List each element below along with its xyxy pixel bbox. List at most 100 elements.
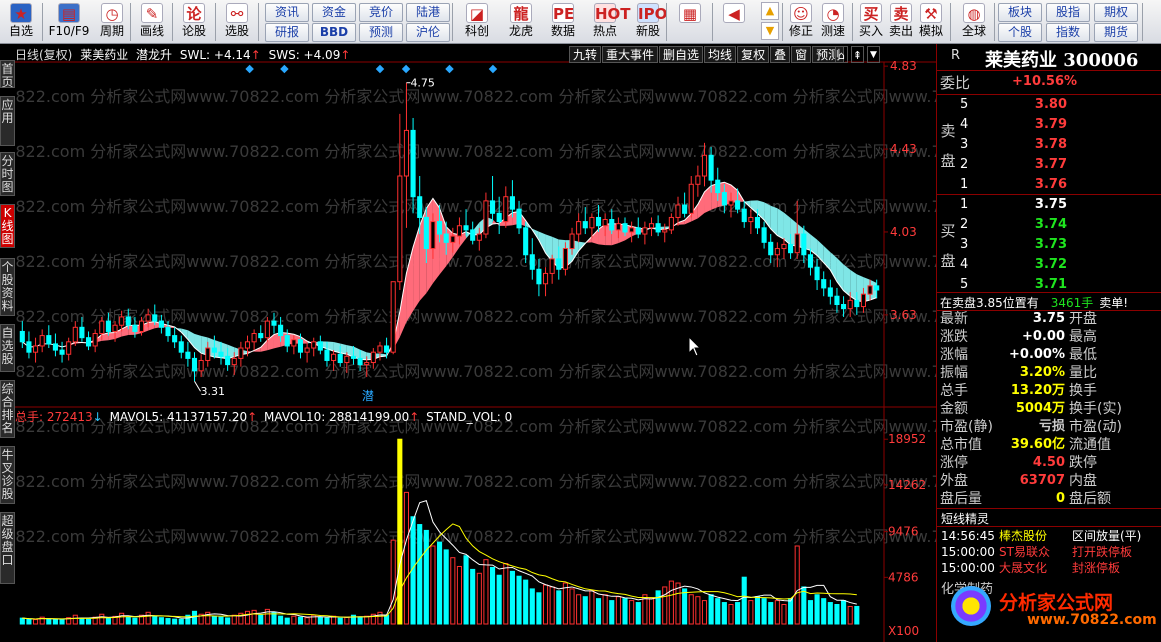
- volume-bar: [695, 596, 701, 625]
- stat-label: 振幅: [940, 365, 968, 381]
- page-up-button[interactable]: ▲: [761, 2, 779, 20]
- guzhi-button[interactable]: 股指: [1046, 3, 1090, 22]
- chart-button-0[interactable]: 九转: [569, 46, 602, 63]
- volume-bar: [847, 605, 853, 625]
- chart-button-4[interactable]: 复权: [737, 46, 770, 63]
- mavol10-arrow-icon: ↑: [409, 410, 420, 424]
- tab-stock-info[interactable]: 个股资料: [0, 258, 15, 316]
- volume-bar: [655, 590, 661, 625]
- huhua-button[interactable]: 沪伦: [406, 23, 450, 42]
- moni-button-label: 模拟: [918, 24, 943, 38]
- layout-button[interactable]: ▦: [672, 2, 708, 42]
- chart-button-5[interactable]: 叠: [770, 46, 791, 63]
- short-elf-time: 15:00:00: [941, 561, 995, 575]
- toolbar-separator: [852, 3, 853, 41]
- buy-button[interactable]: 买买入: [858, 2, 884, 42]
- volume-bar: [854, 605, 860, 625]
- volume-info-bar: 总手: 272413↓ MAVOL5: 41137157.20↑ MAVOL10…: [15, 409, 512, 425]
- zhishu-button[interactable]: 指数: [1046, 23, 1090, 42]
- tab-timeshare[interactable]: 分时图: [0, 152, 15, 196]
- stat-right-label: 内盘: [1069, 473, 1097, 489]
- tab-kline[interactable]: K线图: [0, 204, 15, 248]
- zixun-button[interactable]: 资讯: [265, 3, 309, 22]
- period-button[interactable]: ◷ 周期: [95, 2, 129, 42]
- tab-super-panel[interactable]: 超级盘口: [0, 512, 15, 584]
- volume-bar: [364, 615, 370, 625]
- volume-bar: [542, 584, 549, 625]
- page-down-button[interactable]: ▼: [761, 22, 779, 40]
- redian-button[interactable]: HOT 热点: [587, 2, 631, 42]
- bbd-button[interactable]: BBD: [312, 23, 356, 42]
- bid-price: 3.73: [1034, 237, 1067, 252]
- volume-bar: [668, 580, 674, 625]
- short-elf-event: 区间放量(平): [1072, 529, 1142, 543]
- kline-chart-area[interactable]: 70822.com 分析家公式网www.70822.com 分析家公式网www.…: [15, 44, 936, 642]
- toolbar-separator: [42, 3, 43, 41]
- sell-button-label: 卖出: [888, 24, 913, 38]
- draw-line-button[interactable]: ✎ 画线: [134, 2, 170, 42]
- volume-bar: [788, 598, 794, 625]
- lock-icon[interactable]: ⌂: [835, 46, 848, 63]
- shuju-button[interactable]: PE 数据: [545, 2, 581, 42]
- pin-icon[interactable]: ⇞: [851, 46, 864, 63]
- volume-bar: [794, 545, 800, 625]
- period-button-label: 周期: [99, 24, 124, 38]
- volume-bar: [390, 539, 396, 625]
- chart-button-2[interactable]: 删自选: [659, 46, 704, 63]
- bankuai-button[interactable]: 板块: [998, 3, 1042, 22]
- volume-bar: [105, 617, 111, 625]
- xuangu-button[interactable]: ⚯ 选股: [219, 2, 255, 42]
- longhu-button[interactable]: 龍龙虎: [502, 2, 540, 42]
- menu-arrow-icon[interactable]: ▼: [867, 46, 880, 63]
- volume-bar: [728, 604, 734, 625]
- lungu-button[interactable]: 论论股: [176, 2, 212, 42]
- tab-diagnosis[interactable]: 牛叉诊股: [0, 446, 15, 504]
- quanqiu-button[interactable]: ◍ 全球: [957, 2, 991, 42]
- qihuo-button[interactable]: 期权: [1094, 3, 1138, 22]
- volume-bar: [377, 611, 383, 625]
- tab-watchlist[interactable]: 自选股: [0, 324, 15, 372]
- stat-label: 外盘: [940, 473, 968, 489]
- qihuo2-button[interactable]: 期货: [1094, 23, 1138, 42]
- chart-button-3[interactable]: 均线: [704, 46, 737, 63]
- tab-apps[interactable]: 应用: [0, 96, 15, 146]
- back-button[interactable]: ◀: [717, 2, 751, 42]
- tab-ranking[interactable]: 综合排名: [0, 380, 15, 438]
- stat-right-label: 流通值: [1069, 437, 1111, 453]
- volume-bar: [529, 588, 535, 625]
- volume-bar: [430, 545, 436, 625]
- moni-button[interactable]: ⚒ 模拟: [918, 2, 944, 42]
- pencil-icon: ✎: [141, 3, 163, 23]
- back-arrow-icon: ◀: [723, 3, 745, 23]
- gegu-button[interactable]: 个股: [998, 23, 1042, 42]
- ask-price: 3.78: [1034, 137, 1067, 152]
- zijin-button[interactable]: 资金: [312, 3, 356, 22]
- watermark-text: 70822.com 分析家公式网www.70822.com 分析家公式网www.…: [15, 197, 936, 216]
- volume-bar: [251, 609, 257, 625]
- xiuzheng-button[interactable]: ☺ 修正: [786, 2, 816, 42]
- yuce-button[interactable]: 预测: [359, 23, 403, 42]
- jingjia-button[interactable]: 竞价: [359, 3, 403, 22]
- bid-price: 3.75: [1034, 197, 1067, 212]
- ask-price: 3.77: [1034, 157, 1067, 172]
- kline-chart-svg[interactable]: 70822.com 分析家公式网www.70822.com 分析家公式网www.…: [15, 44, 936, 642]
- yanbao-button[interactable]: 研报: [265, 23, 309, 42]
- tab-homepage[interactable]: 首页: [0, 60, 15, 89]
- zixuan-button[interactable]: ★ 自选: [3, 2, 39, 42]
- volume-bar: [99, 613, 105, 625]
- toolbar-separator: [452, 3, 453, 41]
- xingu-button[interactable]: IPO 新股: [630, 2, 667, 42]
- chart-button-1[interactable]: 重大事件: [602, 46, 659, 63]
- lugang-button[interactable]: 陆港: [406, 3, 450, 22]
- volume-bar: [523, 579, 529, 625]
- kechuang-button[interactable]: ◪ 科创: [458, 2, 496, 42]
- short-elf-time: 14:56:45: [941, 529, 995, 543]
- stat-right-label: 市盈(动): [1069, 419, 1122, 435]
- f10-button[interactable]: ▤ F10/F9: [44, 2, 94, 42]
- hot-icon: HOT: [594, 3, 631, 23]
- panel-divider: [937, 194, 1161, 195]
- volume-bar: [191, 610, 198, 625]
- ceshu-button[interactable]: ◔ 测速: [818, 2, 848, 42]
- sell-button[interactable]: 卖卖出: [888, 2, 914, 42]
- chart-button-6[interactable]: 窗: [791, 46, 812, 63]
